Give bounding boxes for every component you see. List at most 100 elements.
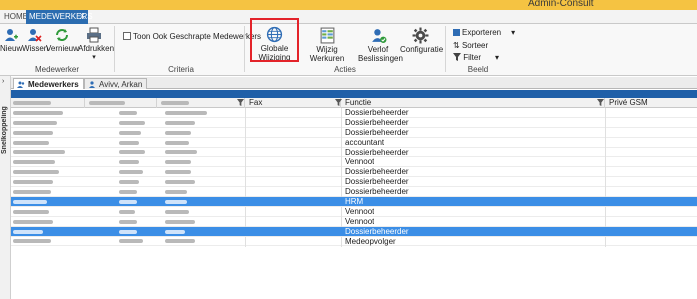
group-label-acties: Acties <box>334 65 356 74</box>
sort-icon: ⇅ <box>453 41 460 50</box>
group-separator <box>445 26 446 72</box>
group-label-beeld: Beeld <box>467 65 489 74</box>
exporteren-button[interactable]: Exporteren ▾ <box>453 28 515 37</box>
redacted-text <box>161 100 189 105</box>
configuratie-button[interactable]: Configuratie <box>400 27 444 54</box>
filter-icon[interactable] <box>335 99 342 106</box>
checkbox-box[interactable] <box>123 32 131 40</box>
table-row[interactable]: Dossierbeheerder <box>11 127 697 138</box>
tab-medewerkers[interactable]: MEDEWERKERS X <box>26 10 93 24</box>
redacted-text <box>89 100 125 105</box>
group-separator <box>244 26 245 72</box>
redacted-text <box>13 209 49 214</box>
table-row[interactable]: Dossierbeheerder <box>11 177 697 188</box>
login-cell <box>163 197 187 207</box>
functie-cell: accountant <box>345 137 385 147</box>
grid-divider <box>341 117 342 128</box>
login-cell <box>163 227 185 237</box>
name-cell <box>11 157 55 167</box>
firstname-cell <box>117 227 137 237</box>
grid-divider <box>341 127 342 138</box>
column-header-fax[interactable]: Fax <box>247 98 341 108</box>
filter-icon[interactable] <box>237 99 244 106</box>
group-label-medewerker: Medewerker <box>34 65 79 74</box>
column-header-3[interactable] <box>159 98 245 108</box>
grid-divider <box>605 216 606 227</box>
afdrukken-button[interactable]: Afdrukken ▾ <box>78 27 114 62</box>
grid-divider <box>245 157 246 168</box>
table-row[interactable]: Vennoot <box>11 216 697 227</box>
filter-label: Filter <box>463 53 482 62</box>
column-header-functie[interactable]: Functie <box>343 98 605 108</box>
grid-divider <box>245 127 246 138</box>
tab-close-icon[interactable]: X <box>80 10 85 24</box>
column-prive-gsm-label: Privé GSM <box>609 98 648 107</box>
table-row[interactable]: Dossierbeheerder <box>11 167 697 178</box>
redacted-text <box>13 239 51 244</box>
redacted-text <box>165 190 187 195</box>
grid-divider <box>341 236 342 247</box>
functie-cell: Vennoot <box>345 216 375 226</box>
filter-dropdown-icon[interactable]: ▾ <box>495 53 499 62</box>
grid-divider <box>245 147 246 158</box>
sorteer-button[interactable]: ⇅ Sorteer <box>453 41 488 50</box>
afdrukken-dropdown-icon[interactable]: ▾ <box>78 53 110 62</box>
user-approve-icon <box>371 29 386 43</box>
tab-employee-record[interactable]: Avivv, Arkan <box>84 78 148 89</box>
functie-cell: Dossierbeheerder <box>345 187 409 197</box>
nieuw-label: Nieuw <box>0 44 23 53</box>
table-row[interactable]: Dossierbeheerder <box>11 187 697 198</box>
employees-grid: Fax Functie Privé GSM Dossierbeheerder D… <box>11 90 697 247</box>
ribbon: Nieuw Wissen Vernieuw Afdrukken ▾ Medewe… <box>0 24 697 76</box>
exporteren-dropdown-icon[interactable]: ▾ <box>511 28 515 37</box>
table-row[interactable]: Dossierbeheerder <box>11 117 697 128</box>
toon-geschrapte-checkbox[interactable]: Toon Ook Geschrapte Medewerkers <box>123 32 261 41</box>
name-cell <box>11 237 51 247</box>
vernieuw-button[interactable]: Vernieuw <box>46 27 79 53</box>
grid-divider <box>341 187 342 198</box>
vernieuw-label: Vernieuw <box>46 44 79 53</box>
redacted-text <box>13 219 53 224</box>
table-row[interactable]: Medeopvolger <box>11 236 697 247</box>
table-row[interactable]: Dossierbeheerder <box>11 108 697 118</box>
table-row[interactable]: Vennoot <box>11 157 697 168</box>
configuratie-label: Configuratie <box>400 45 444 54</box>
verlof-beslissingen-button[interactable]: Verlof Beslissingen <box>358 27 403 63</box>
grid-group-header <box>11 90 697 98</box>
column-header-1[interactable] <box>11 98 85 108</box>
grid-divider <box>245 206 246 217</box>
table-row[interactable]: accountant <box>11 137 697 148</box>
nieuw-button[interactable]: Nieuw <box>0 27 22 53</box>
redacted-text <box>13 140 49 145</box>
name-cell <box>11 148 65 158</box>
firstname-cell <box>117 177 139 187</box>
redacted-text <box>165 239 195 244</box>
redacted-text <box>119 190 137 195</box>
table-row-selected[interactable]: HRM <box>11 197 697 207</box>
redacted-text <box>119 180 139 185</box>
grid-divider <box>605 157 606 168</box>
functie-cell: Dossierbeheerder <box>345 147 409 157</box>
grid-divider <box>341 108 342 118</box>
redacted-text <box>165 180 195 185</box>
ribbon-tab-row: HOME MEDEWERKERS X <box>0 10 697 24</box>
tab-medewerkers-list[interactable]: Medewerkers <box>13 78 84 89</box>
name-cell <box>11 197 47 207</box>
table-row[interactable]: Dossierbeheerder <box>11 147 697 158</box>
beslissingen-label: Beslissingen <box>358 54 403 63</box>
column-header-2[interactable] <box>87 98 157 108</box>
table-row[interactable]: Vennoot <box>11 206 697 217</box>
snelkoppeling-panel[interactable]: › Snelkoppeling <box>0 76 11 299</box>
wissen-button[interactable]: Wissen <box>22 27 48 53</box>
login-cell <box>163 237 195 247</box>
table-row-selected[interactable]: Dossierbeheerder <box>11 226 697 237</box>
wijzig-werkuren-button[interactable]: Wijzig Werkuren <box>300 27 354 63</box>
filter-icon[interactable] <box>597 99 604 106</box>
redacted-text <box>119 130 141 135</box>
redacted-text <box>165 199 187 204</box>
expand-panel-icon[interactable]: › <box>2 78 4 85</box>
users-icon <box>17 81 25 88</box>
redacted-text <box>119 140 139 145</box>
column-header-prive-gsm[interactable]: Privé GSM <box>607 98 697 108</box>
filter-button[interactable]: Filter ▾ <box>453 53 499 62</box>
